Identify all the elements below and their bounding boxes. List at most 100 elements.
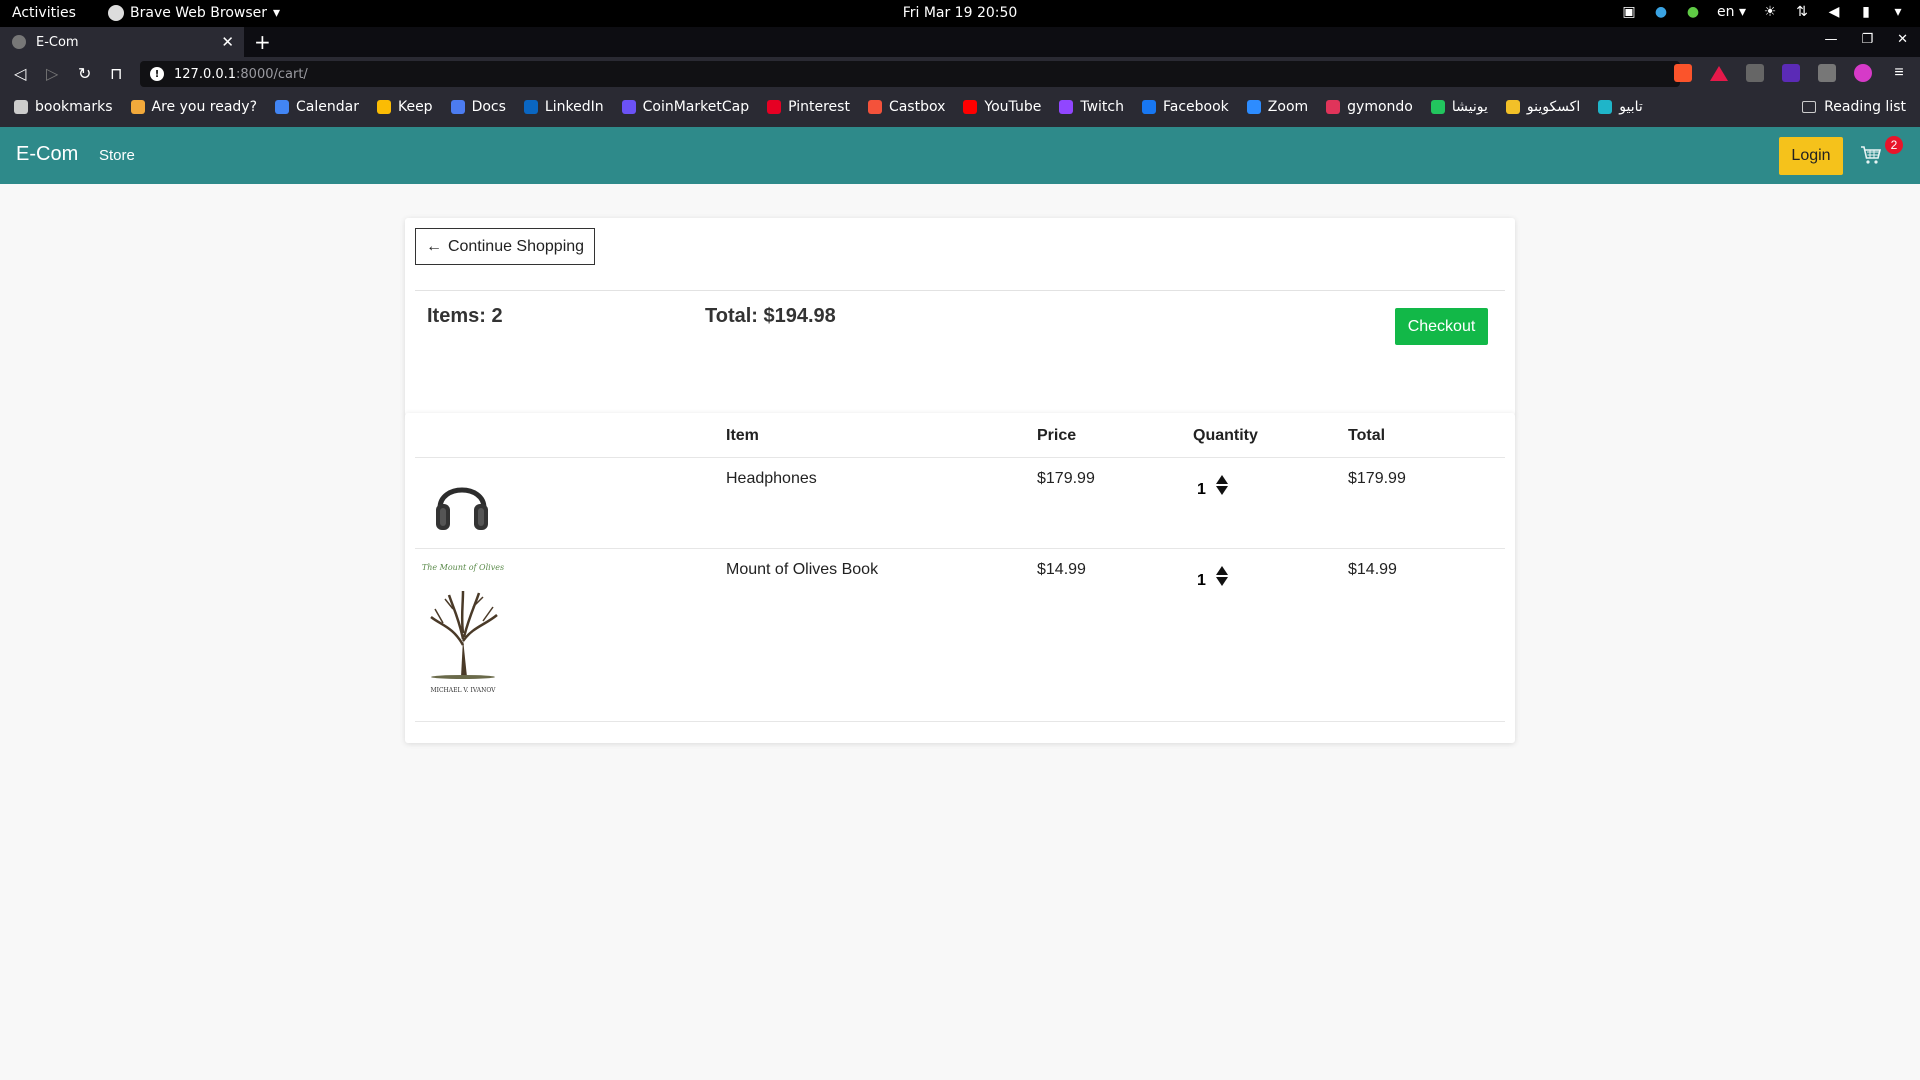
twitch-icon bbox=[1059, 100, 1074, 114]
bookmark-item[interactable]: Facebook bbox=[1141, 99, 1229, 115]
emoji-icon bbox=[130, 100, 145, 114]
bookmark-item[interactable]: Twitch bbox=[1059, 99, 1124, 115]
tree-illustration bbox=[430, 590, 498, 679]
bookmark-item[interactable]: YouTube bbox=[963, 99, 1041, 115]
profile-icon[interactable] bbox=[1854, 64, 1872, 82]
arrow-up-icon[interactable] bbox=[1215, 566, 1228, 575]
pinterest-icon bbox=[767, 100, 782, 114]
back-icon[interactable]: ◁ bbox=[14, 64, 26, 83]
bookmark-label: LinkedIn bbox=[544, 99, 604, 115]
battery-icon[interactable]: ▮ bbox=[1858, 4, 1874, 20]
login-button[interactable]: Login bbox=[1779, 137, 1843, 175]
telegram-icon[interactable]: ● bbox=[1653, 4, 1669, 20]
extension-icon[interactable] bbox=[1782, 64, 1800, 82]
reading-list-button[interactable]: Reading list bbox=[1802, 99, 1906, 115]
chevron-down-icon[interactable]: ▾ bbox=[1890, 4, 1906, 20]
continue-shopping-button[interactable]: ← Continue Shopping bbox=[415, 228, 595, 265]
close-tab-icon[interactable]: ✕ bbox=[221, 33, 234, 51]
minimize-icon[interactable]: — bbox=[1824, 32, 1837, 47]
item-total: $14.99 bbox=[1348, 561, 1397, 578]
castbox-icon bbox=[867, 100, 882, 114]
window-controls: — ❐ ✕ bbox=[1824, 32, 1908, 47]
system-tray[interactable]: ▣ ● ● en ▾ ☀ ⇅ ◀ ▮ ▾ bbox=[1621, 4, 1906, 20]
close-window-icon[interactable]: ✕ bbox=[1897, 32, 1908, 47]
book-cover-title: The Mount of Olives bbox=[421, 563, 505, 572]
cart-icon[interactable] bbox=[1859, 143, 1883, 167]
zoom-icon bbox=[1246, 100, 1261, 114]
bookmark-item[interactable]: تابیو bbox=[1598, 99, 1643, 115]
bookmark-page-icon[interactable]: ⊓ bbox=[110, 64, 122, 83]
quantity-value: 1 bbox=[1197, 572, 1206, 589]
new-tab-button[interactable]: + bbox=[254, 30, 271, 54]
tab-strip: E-Com ✕ + — ❐ ✕ bbox=[0, 27, 1920, 57]
divider bbox=[415, 721, 1505, 722]
activities-button[interactable]: Activities bbox=[12, 5, 76, 21]
item-price: $14.99 bbox=[1037, 561, 1086, 578]
browser-tab[interactable]: E-Com ✕ bbox=[0, 27, 244, 57]
reload-icon[interactable]: ↻ bbox=[78, 64, 91, 83]
quantity-stepper: 1 bbox=[1197, 562, 1228, 590]
brightness-icon[interactable]: ☀ bbox=[1762, 4, 1778, 20]
bookmark-label: gymondo bbox=[1347, 99, 1413, 115]
menu-icon[interactable]: ≡ bbox=[1890, 64, 1908, 82]
os-top-bar: Activities Brave Web Browser ▾ Fri Mar 1… bbox=[0, 0, 1920, 27]
bookmark-item[interactable]: CoinMarketCap bbox=[621, 99, 750, 115]
bookmark-item[interactable]: اکسکوینو bbox=[1505, 99, 1580, 115]
column-header-item: Item bbox=[726, 427, 759, 444]
item-price: $179.99 bbox=[1037, 470, 1095, 487]
site-info-icon[interactable]: ! bbox=[150, 67, 164, 81]
puzzle-icon[interactable] bbox=[1818, 64, 1836, 82]
browser-toolbar: ◁ ▷ ↻ ⊓ ! 127.0.0.1:8000/cart/ ≡ bbox=[0, 57, 1920, 91]
youtube-icon bbox=[963, 100, 978, 114]
bookmark-label: یونیشا bbox=[1451, 99, 1488, 115]
bookmark-item[interactable]: gymondo bbox=[1326, 99, 1413, 115]
bookmark-item[interactable]: bookmarks bbox=[14, 99, 113, 115]
restore-icon[interactable]: ❐ bbox=[1861, 32, 1873, 47]
divider bbox=[415, 290, 1505, 291]
bookmark-label: Are you ready? bbox=[151, 99, 258, 115]
bookmark-item[interactable]: Castbox bbox=[867, 99, 946, 115]
arrow-left-icon: ← bbox=[425, 237, 442, 255]
bookmark-item[interactable]: Keep bbox=[376, 99, 433, 115]
docs-icon bbox=[450, 100, 465, 114]
reading-list-icon bbox=[1802, 101, 1817, 113]
brand-logo[interactable]: E-Com bbox=[16, 143, 78, 166]
screenshot-icon[interactable]: ▣ bbox=[1621, 4, 1637, 20]
store-link[interactable]: Store bbox=[99, 147, 135, 164]
clock[interactable]: Fri Mar 19 20:50 bbox=[903, 5, 1018, 21]
brave-rewards-icon[interactable] bbox=[1710, 65, 1728, 81]
divider bbox=[415, 548, 1505, 549]
network-icon[interactable]: ⇅ bbox=[1794, 4, 1810, 20]
address-bar[interactable]: ! 127.0.0.1:8000/cart/ bbox=[140, 61, 1680, 87]
arrow-down-icon[interactable] bbox=[1215, 486, 1228, 495]
cart-count-badge: 2 bbox=[1885, 136, 1903, 154]
facebook-icon bbox=[1141, 100, 1156, 114]
bookmark-item[interactable]: Are you ready? bbox=[130, 99, 258, 115]
language-indicator[interactable]: en ▾ bbox=[1717, 4, 1746, 20]
bookmark-icon bbox=[1430, 100, 1445, 114]
bookmark-item[interactable]: LinkedIn bbox=[523, 99, 604, 115]
vpn-icon[interactable]: ● bbox=[1685, 4, 1701, 20]
tab-title: E-Com bbox=[36, 34, 79, 50]
arrow-up-icon[interactable] bbox=[1215, 475, 1228, 484]
globe-icon bbox=[12, 35, 26, 49]
app-menu[interactable]: Brave Web Browser ▾ bbox=[108, 5, 280, 21]
forward-icon[interactable]: ▷ bbox=[46, 64, 58, 83]
book-cover-image: The Mount of Olives MICHAEL V. IVANOV bbox=[419, 561, 507, 701]
bookmark-item[interactable]: یونیشا bbox=[1430, 99, 1488, 115]
bookmark-label: CoinMarketCap bbox=[642, 99, 750, 115]
bookmark-item[interactable]: Zoom bbox=[1246, 99, 1308, 115]
bookmark-item[interactable]: Pinterest bbox=[767, 99, 850, 115]
shield-extension-icon[interactable] bbox=[1746, 64, 1764, 82]
bookmark-item[interactable]: Docs bbox=[450, 99, 506, 115]
volume-icon[interactable]: ◀ bbox=[1826, 4, 1842, 20]
bookmark-label: Castbox bbox=[888, 99, 946, 115]
bookmark-item[interactable]: Calendar bbox=[275, 99, 359, 115]
coinmarketcap-icon bbox=[621, 100, 636, 114]
url-path: :8000/cart/ bbox=[236, 66, 308, 82]
bookmark-label: Docs bbox=[471, 99, 506, 115]
arrow-down-icon[interactable] bbox=[1215, 577, 1228, 586]
linkedin-icon bbox=[523, 100, 538, 114]
checkout-button[interactable]: Checkout bbox=[1395, 308, 1488, 345]
brave-shields-icon[interactable] bbox=[1674, 64, 1692, 82]
